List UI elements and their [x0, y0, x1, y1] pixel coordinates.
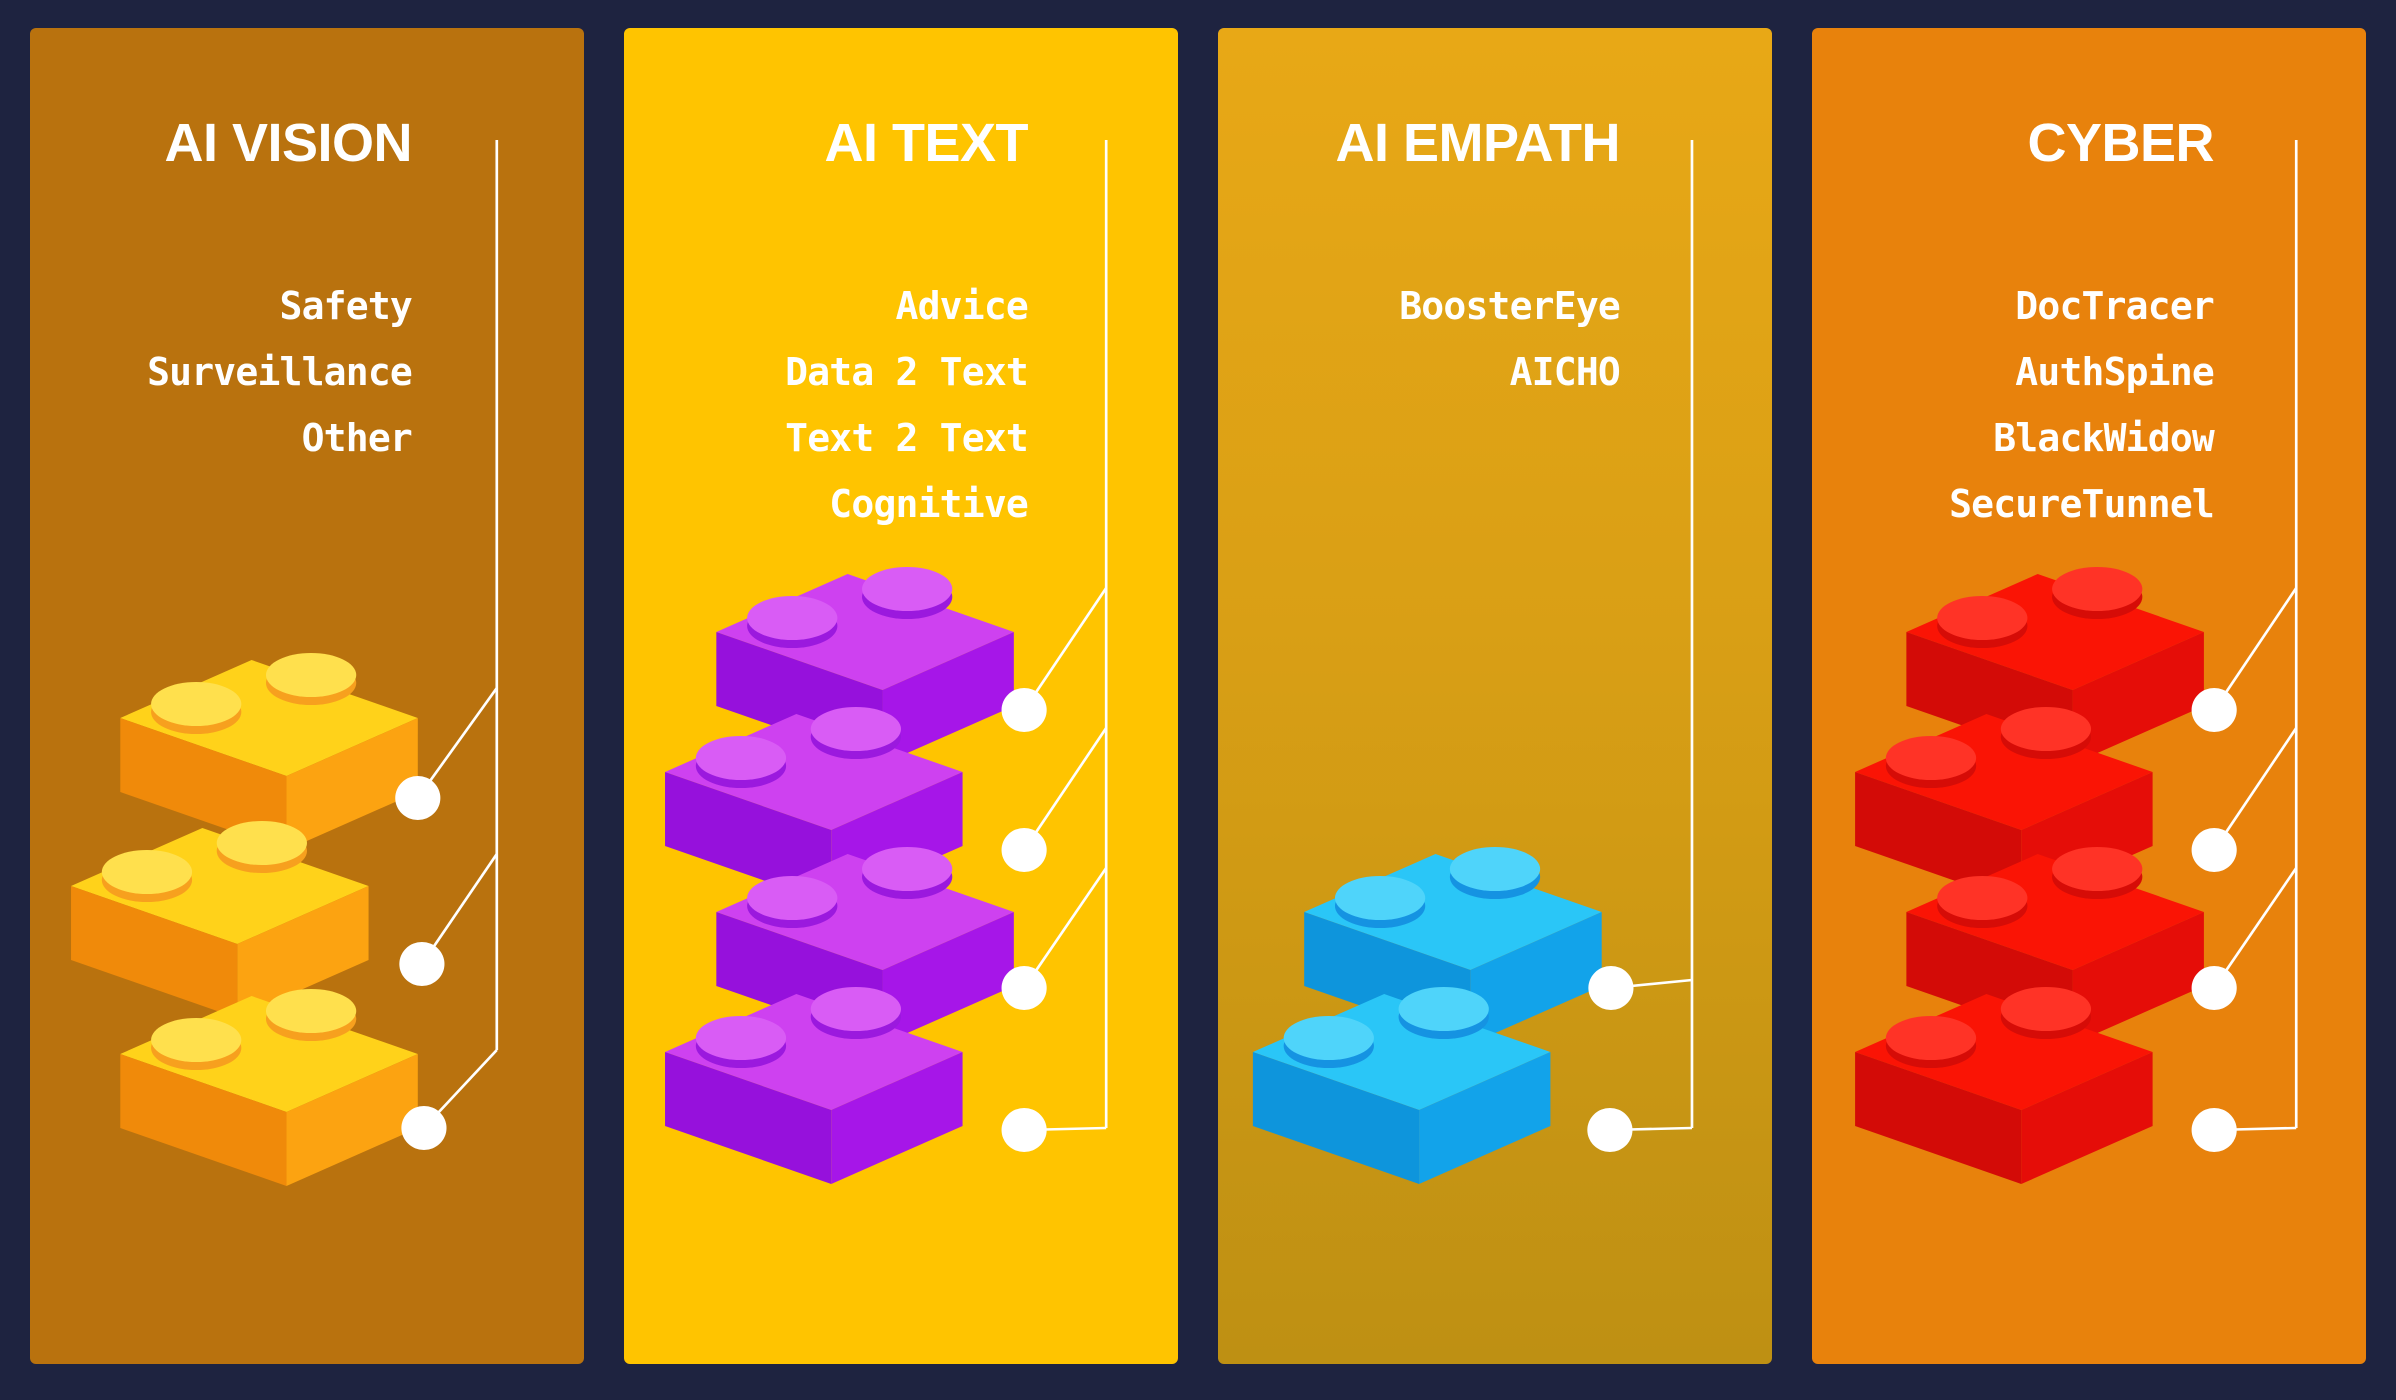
panel-item-list-ai-vision: Safety Surveillance Other	[30, 273, 584, 471]
connector-wires-ai-empath	[1218, 28, 1772, 1364]
connector-wires-ai-text	[624, 28, 1178, 1364]
list-item[interactable]: Advice	[624, 273, 1029, 339]
panel-ai-vision[interactable]: AI VISION Safety Surveillance Other	[30, 28, 584, 1364]
list-item[interactable]: Other	[30, 405, 413, 471]
connector-wires-ai-vision	[30, 28, 584, 1364]
connector-wires-cyber	[1812, 28, 2366, 1364]
list-item[interactable]: AuthSpine	[1812, 339, 2215, 405]
infographic-board: AI VISION Safety Surveillance Other AI T…	[0, 0, 2396, 1400]
list-item[interactable]: Text 2 Text	[624, 405, 1029, 471]
list-item[interactable]: Safety	[30, 273, 413, 339]
panel-item-list-ai-empath: BoosterEye AICHO	[1218, 273, 1772, 405]
panel-title: CYBER	[2027, 113, 2214, 173]
list-item[interactable]: SecureTunnel	[1812, 471, 2215, 537]
brick-stack-ai-vision	[30, 28, 584, 1364]
list-item[interactable]: BoosterEye	[1218, 273, 1621, 339]
list-item[interactable]: Data 2 Text	[624, 339, 1029, 405]
list-item[interactable]: DocTracer	[1812, 273, 2215, 339]
panel-title: AI TEXT	[824, 113, 1028, 173]
panel-title: AI VISION	[164, 113, 412, 173]
panel-title: AI EMPATH	[1335, 113, 1621, 173]
brick-stack-cyber	[1812, 28, 2366, 1364]
panel-header-ai-vision: AI VISION	[30, 116, 584, 170]
brick-stack-ai-text	[624, 28, 1178, 1364]
panel-header-cyber: CYBER	[1812, 116, 2366, 170]
panel-header-ai-text: AI TEXT	[624, 116, 1178, 170]
list-item[interactable]: Surveillance	[30, 339, 413, 405]
panel-header-ai-empath: AI EMPATH	[1218, 116, 1772, 170]
panel-item-list-ai-text: Advice Data 2 Text Text 2 Text Cognitive	[624, 273, 1178, 537]
panel-item-list-cyber: DocTracer AuthSpine BlackWidow SecureTun…	[1812, 273, 2366, 537]
panel-ai-text[interactable]: AI TEXT Advice Data 2 Text Text 2 Text C…	[624, 28, 1178, 1364]
panel-ai-empath[interactable]: AI EMPATH BoosterEye AICHO	[1218, 28, 1772, 1364]
list-item[interactable]: BlackWidow	[1812, 405, 2215, 471]
list-item[interactable]: AICHO	[1218, 339, 1621, 405]
brick-stack-ai-empath	[1218, 28, 1772, 1364]
list-item[interactable]: Cognitive	[624, 471, 1029, 537]
panel-cyber[interactable]: CYBER DocTracer AuthSpine BlackWidow Sec…	[1812, 28, 2366, 1364]
